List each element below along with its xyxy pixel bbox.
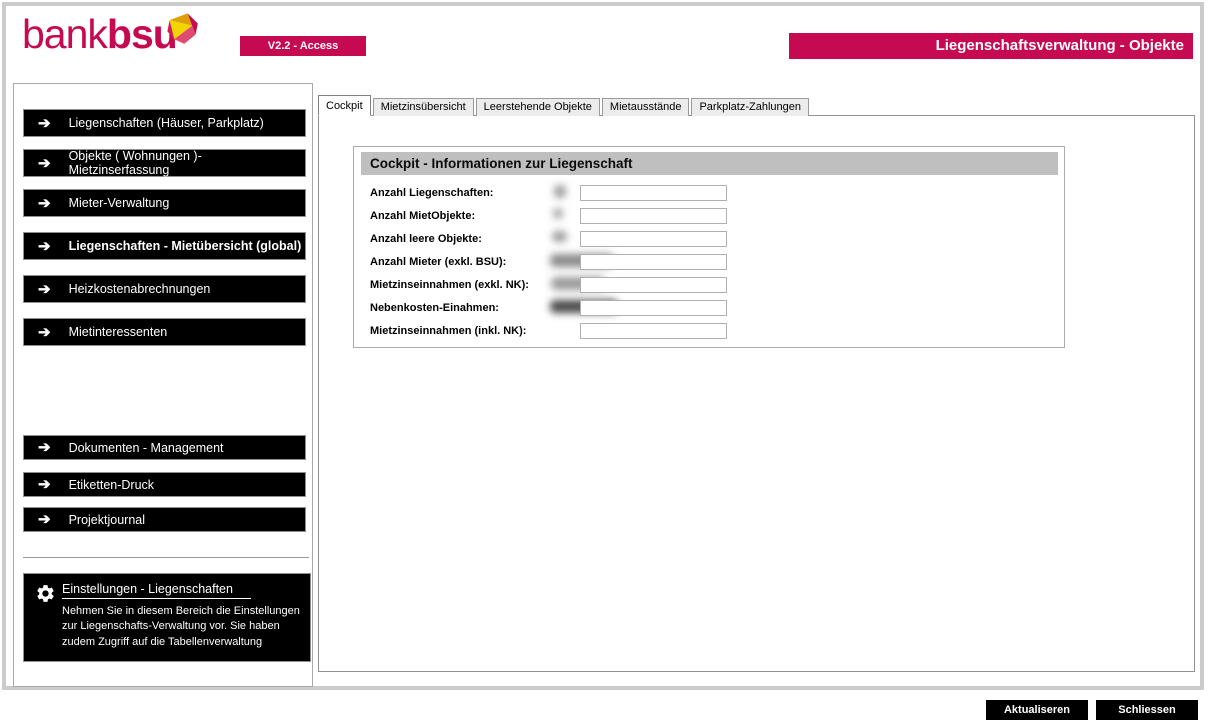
tab-mietausstaende[interactable]: Mietausstände (602, 98, 690, 116)
field-label: Anzahl Mieter (exkl. BSU): (370, 256, 506, 268)
arrow-icon: ➔ (38, 116, 51, 131)
logo-text-regular: bank (22, 11, 107, 57)
arrow-icon: ➔ (38, 440, 51, 455)
cockpit-groupbox: Cockpit - Informationen zur Liegenschaft… (353, 146, 1065, 348)
sidebar-item-label: Mietinteressenten (69, 325, 168, 339)
field-label: Anzahl MietObjekte: (370, 210, 475, 222)
field-label: Anzahl leere Objekte: (370, 233, 482, 245)
settings-title[interactable]: Einstellungen - Liegenschaften (62, 582, 251, 599)
arrow-icon: ➔ (38, 477, 51, 492)
sidebar-item-objekte-mietzinserfassung[interactable]: ➔ Objekte ( Wohnungen )- Mietzinserfassu… (23, 149, 306, 177)
tab-content-panel: Cockpit - Informationen zur Liegenschaft… (318, 115, 1195, 672)
tab-bar: Cockpit Mietzinsübersicht Leerstehende O… (318, 95, 811, 116)
close-button[interactable]: Schliessen (1096, 700, 1198, 720)
nebenkosten-einnahmen-input[interactable] (580, 300, 727, 316)
tab-leerstehende-objekte[interactable]: Leerstehende Objekte (476, 98, 600, 116)
field-row-anzahl-leere-objekte: Anzahl leere Objekte: (354, 231, 1064, 251)
sidebar-item-label: Objekte ( Wohnungen )- Mietzinserfassung (69, 149, 305, 177)
field-label: Nebenkosten-Einahmen: (370, 302, 499, 314)
brand-gem-icon (164, 10, 200, 46)
sidebar: ➔ Liegenschaften (Häuser, Parkplatz) ➔ O… (13, 83, 313, 687)
app-window: bankbsu V2.2 - Access Liegenschaftsverwa… (0, 0, 1210, 728)
arrow-icon: ➔ (38, 325, 51, 340)
sidebar-item-heizkostenabrechnungen[interactable]: ➔ Heizkostenabrechnungen (23, 275, 306, 303)
arrow-icon: ➔ (38, 282, 51, 297)
field-label: Mietzinseinnahmen (exkl. NK): (370, 279, 529, 291)
sidebar-item-label: Dokumenten - Management (69, 441, 224, 455)
field-label: Mietzinseinnahmen (inkl. NK): (370, 325, 526, 337)
page-title: Liegenschaftsverwaltung - Objekte (789, 33, 1193, 59)
anzahl-mieter-input[interactable] (580, 254, 727, 270)
gear-icon (35, 583, 56, 604)
anzahl-leere-objekte-input[interactable] (580, 231, 727, 247)
sidebar-item-label: Liegenschaften - Mietübersicht (global) (69, 239, 302, 253)
mietzinseinnahmen-inkl-input[interactable] (580, 323, 727, 339)
tab-mietzinsuebersicht[interactable]: Mietzinsübersicht (373, 98, 474, 116)
sidebar-item-label: Mieter-Verwaltung (69, 196, 170, 210)
section-header: Cockpit - Informationen zur Liegenschaft (361, 152, 1058, 175)
sidebar-item-label: Etiketten-Druck (69, 478, 154, 492)
field-row-nebenkosten-einnahmen: Nebenkosten-Einahmen: (354, 300, 1064, 320)
redacted-value (552, 231, 567, 242)
redacted-value (554, 185, 566, 198)
refresh-button[interactable]: Aktualiseren (986, 700, 1088, 720)
sidebar-item-projektjournal[interactable]: ➔ Projektjournal (23, 507, 306, 532)
sidebar-item-liegenschaften[interactable]: ➔ Liegenschaften (Häuser, Parkplatz) (23, 109, 306, 137)
anzahl-liegenschaften-input[interactable] (580, 185, 727, 201)
brand-logo: bankbsu (22, 8, 177, 60)
arrow-icon: ➔ (38, 196, 51, 211)
sidebar-item-etiketten-druck[interactable]: ➔ Etiketten-Druck (23, 472, 306, 497)
sidebar-divider (23, 557, 309, 558)
version-badge: V2.2 - Access (240, 36, 366, 56)
sidebar-item-label: Heizkostenabrechnungen (69, 282, 211, 296)
arrow-icon: ➔ (38, 156, 51, 171)
sidebar-item-mieter-verwaltung[interactable]: ➔ Mieter-Verwaltung (23, 189, 306, 217)
field-row-mietzinseinnahmen-exkl: Mietzinseinnahmen (exkl. NK): (354, 277, 1064, 297)
sidebar-item-mietinteressenten[interactable]: ➔ Mietinteressenten (23, 318, 306, 346)
sidebar-item-mietuebersicht-global[interactable]: ➔ Liegenschaften - Mietübersicht (global… (23, 232, 306, 260)
field-label: Anzahl Liegenschaften: (370, 187, 493, 199)
tab-parkplatz-zahlungen[interactable]: Parkplatz-Zahlungen (691, 98, 809, 116)
anzahl-mietobjekte-input[interactable] (580, 208, 727, 224)
mietzinseinnahmen-exkl-input[interactable] (580, 277, 727, 293)
arrow-icon: ➔ (38, 512, 51, 527)
sidebar-item-label: Projektjournal (69, 513, 145, 527)
sidebar-item-label: Liegenschaften (Häuser, Parkplatz) (69, 116, 264, 130)
settings-panel[interactable]: Einstellungen - Liegenschaften Nehmen Si… (23, 573, 311, 662)
field-row-anzahl-mieter: Anzahl Mieter (exkl. BSU): (354, 254, 1064, 274)
settings-description: Nehmen Sie in diesem Bereich die Einstel… (62, 604, 304, 650)
redacted-value (553, 208, 563, 219)
field-row-anzahl-mietobjekte: Anzahl MietObjekte: (354, 208, 1064, 228)
field-row-anzahl-liegenschaften: Anzahl Liegenschaften: (354, 185, 1064, 205)
field-row-mietzinseinnahmen-inkl: Mietzinseinnahmen (inkl. NK): (354, 323, 1064, 343)
sidebar-item-dokumenten-management[interactable]: ➔ Dokumenten - Management (23, 435, 306, 460)
arrow-icon: ➔ (38, 239, 51, 254)
tab-cockpit[interactable]: Cockpit (318, 95, 371, 116)
